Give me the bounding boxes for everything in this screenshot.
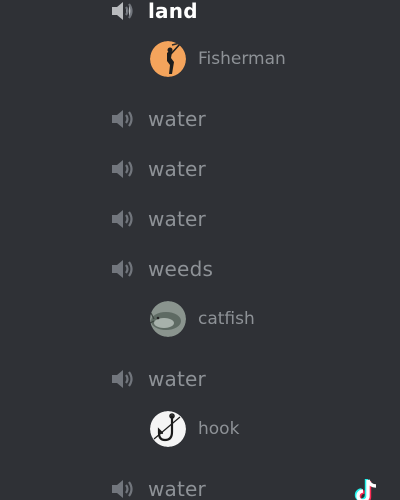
- voice-channel-water[interactable]: water: [110, 359, 206, 399]
- voice-channel-water[interactable]: water: [110, 199, 206, 239]
- speaker-icon: [112, 370, 133, 388]
- tiktok-logo-icon: [354, 479, 377, 500]
- voice-channel-land[interactable]: land: [110, 0, 198, 31]
- speaker-icon: [112, 480, 133, 498]
- channel-label: land: [148, 0, 198, 23]
- channel-label: water: [148, 107, 206, 131]
- fisherman-avatar: [150, 41, 186, 77]
- speaker-icon: [112, 160, 133, 178]
- voice-channel-weeds[interactable]: weeds: [110, 249, 213, 289]
- voice-channel-water[interactable]: water: [110, 469, 206, 500]
- speaker-icon: [112, 2, 133, 20]
- hook-avatar: [150, 411, 186, 447]
- user-name: hook: [198, 419, 240, 439]
- channel-label: water: [148, 477, 206, 500]
- channel-label: weeds: [148, 257, 214, 281]
- speaker-icon: [112, 110, 133, 128]
- channel-label: water: [148, 367, 206, 391]
- voice-channel-water[interactable]: water: [110, 99, 206, 139]
- speaker-icon: [112, 210, 133, 228]
- speaker-icon: [112, 260, 133, 278]
- voice-user-catfish[interactable]: catfish: [150, 299, 255, 339]
- channel-label: water: [148, 157, 206, 181]
- voice-user-fisherman[interactable]: Fisherman: [150, 39, 286, 79]
- catfish-avatar: [150, 301, 186, 337]
- user-name: Fisherman: [198, 49, 286, 69]
- voice-channel-water[interactable]: water: [110, 149, 206, 189]
- channel-label: water: [148, 207, 206, 231]
- voice-user-hook[interactable]: hook: [150, 409, 239, 449]
- user-name: catfish: [198, 309, 255, 329]
- voice-channel-list: land Fisherman water water water weeds c…: [0, 0, 400, 500]
